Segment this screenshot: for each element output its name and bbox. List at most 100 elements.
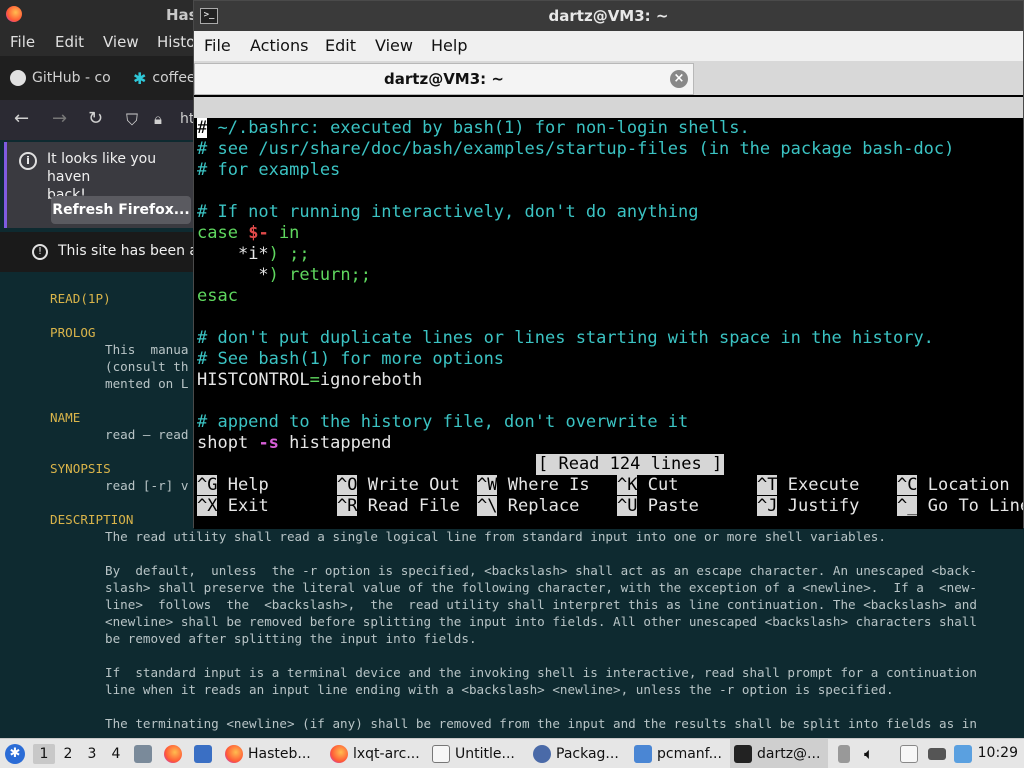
notes-icon [900,744,918,763]
task-package[interactable]: Packag... [533,739,625,768]
terminal-tab[interactable]: dartz@VM3: ~ × [194,63,694,95]
term-menu-actions[interactable]: Actions [250,36,308,55]
notice-line-1: It looks like you haven [47,151,157,185]
term-menu-help[interactable]: Help [431,36,467,55]
man-line: By default, unless the -r option is spec… [105,563,977,578]
man-line: read [-r] v [105,478,189,493]
shortcut-label: Paste [647,496,699,516]
task-label: lxqt-arc... [353,745,420,762]
task-lxqt[interactable]: lxqt-arc... [330,739,422,768]
code-line: case $- in [197,223,300,243]
tray-network[interactable] [928,739,948,768]
shortcut-key: ^_ [897,496,918,516]
workspace-1[interactable]: 1 [33,744,55,764]
info-icon: ! [32,244,48,260]
ff-menu-edit[interactable]: Edit [55,33,84,51]
nano-shortcut: ^T Execute [757,475,859,496]
task-terminal[interactable]: dartz@... [730,739,828,768]
lock-icon[interactable]: 🔒︎ [154,110,162,128]
nano-shortcut: ^K Cut [617,475,678,496]
volume-icon: 🔈︎ [864,743,874,763]
terminal-icon [734,744,752,763]
ff-menu-history[interactable]: Histo [157,33,195,51]
shortcut-key: ^J [757,496,778,516]
man-line: mented on L [105,376,189,391]
shortcut-label: Write Out [367,475,460,495]
task-label: pcmanf... [657,745,722,762]
code-line: # for examples [197,160,341,180]
start-menu-button[interactable]: ✱ [5,739,27,768]
shortcut-key: ^X [197,496,218,516]
nano-shortcut: ^X Exit [197,496,269,517]
code-line: HISTCONTROL=ignoreboth [197,370,423,390]
term-menu-file[interactable]: File [204,36,231,55]
task-hastebin[interactable]: Hasteb... [225,739,320,768]
tray-notes[interactable] [900,739,920,768]
nano-shortcut: ^C Location [897,475,1010,496]
ff-tab-github[interactable]: GitHub - co [10,56,114,100]
folder-icon [634,744,652,763]
close-icon[interactable]: × [670,70,688,88]
terminal-tab-bar: dartz@VM3: ~ × [194,61,1023,95]
nano-shortcut: ^_ Go To Line [897,496,1023,517]
nano-shortcut: ^J Justify [757,496,859,517]
task-pcmanfm[interactable]: pcmanf... [634,739,726,768]
nano-shortcut: ^U Paste [617,496,699,517]
code-line: shopt -s histappend [197,433,392,453]
term-menu-view[interactable]: View [375,36,413,55]
nano-shortcut: ^R Read File [337,496,460,517]
code-line: # See bash(1) for more options [197,349,505,369]
firefox-icon [6,6,22,22]
task-untitled[interactable]: Untitle... [432,739,524,768]
workspace-3[interactable]: 3 [81,744,103,764]
shield-icon[interactable]: ⛉ [126,110,138,130]
nano-editor[interactable]: GNU nano 5.6.1 .bashrc # ~/.bashrc: exec… [194,95,1023,529]
quicklaunch-desktop[interactable] [194,739,216,768]
tray-update[interactable] [954,739,974,768]
man-line: line> follows the <backslash>, the read … [105,597,977,612]
workspace-2[interactable]: 2 [57,744,79,764]
tray-clipboard[interactable] [838,739,854,768]
file-manager-icon [134,744,152,763]
task-label: Packag... [556,745,619,762]
nano-shortcut: ^W Where Is [477,475,590,496]
nano-header: GNU nano 5.6.1 .bashrc [194,97,1023,159]
shortcut-label: Help [227,475,269,495]
shortcut-key: ^T [757,475,778,495]
back-icon[interactable]: ← [14,108,29,129]
shortcut-key: ^\ [477,496,498,516]
refresh-firefox-button[interactable]: Refresh Firefox... [51,196,191,224]
shortcut-label: Go To Line [927,496,1023,516]
ff-tab-coffee[interactable]: ✱ coffee [133,56,193,100]
tray-volume[interactable]: 🔈︎ [864,739,884,768]
package-manager-icon [533,744,551,763]
reload-icon[interactable]: ↻ [88,108,103,129]
coffee-icon: ✱ [133,68,147,88]
ff-menu-file[interactable]: File [10,33,35,51]
man-line: <newline> shall be removed before splitt… [105,614,977,629]
shortcut-label: Justify [787,496,860,516]
task-label: Hasteb... [248,745,311,762]
shortcut-label: Location [927,475,1010,495]
quicklaunch-files[interactable] [134,739,156,768]
man-line: NAME [50,410,81,425]
forward-icon[interactable]: → [52,108,67,129]
man-line: SYNOPSIS [50,461,111,476]
code-line: *) return;; [258,265,372,285]
code-line: esac [197,286,238,306]
clock[interactable]: 10:29 [978,745,1018,761]
code-line: # don't put duplicate lines or lines sta… [197,328,934,348]
code-line: # If not running interactively, don't do… [197,202,699,222]
firefox-icon [164,744,182,763]
quicklaunch-firefox[interactable] [164,739,186,768]
code-line: # ~/.bashrc: executed by bash(1) for non… [197,118,750,138]
update-icon [954,744,972,763]
ff-tab-label: coffee [152,70,193,86]
man-line: slash> shall preserve the literal value … [105,580,977,595]
ff-menu-view[interactable]: View [103,33,139,51]
man-line: DESCRIPTION [50,512,134,527]
term-menu-edit[interactable]: Edit [325,36,356,55]
workspace-4[interactable]: 4 [105,744,127,764]
man-line: The read utility shall read a single log… [105,529,886,544]
text-editor-icon [432,744,450,763]
